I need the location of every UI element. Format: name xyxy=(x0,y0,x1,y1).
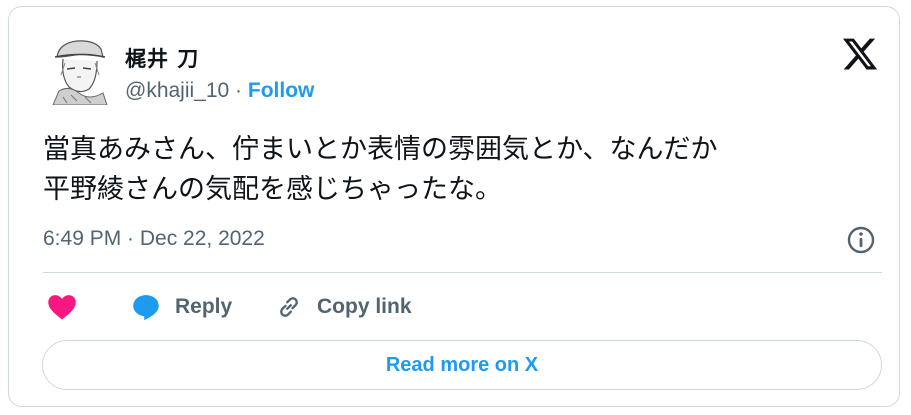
tweet-text-line: 平野綾さんの気配を感じちゃったな。 xyxy=(43,174,502,205)
tweet-text: 當真あみさん、佇まいとか表情の雰囲気とか、なんだか 平野綾さんの気配を感じちゃっ… xyxy=(43,130,883,210)
heart-icon xyxy=(48,295,76,320)
separator: · xyxy=(229,79,248,102)
reply-button[interactable]: Reply xyxy=(131,287,232,327)
follow-button[interactable]: Follow xyxy=(248,79,315,102)
read-more-label: Read more on X xyxy=(385,353,539,376)
reply-label: Reply xyxy=(175,295,233,318)
divider xyxy=(43,272,882,273)
copy-link-label: Copy link xyxy=(317,295,412,318)
tweet-card: 梶井 刀 @khajii_10 · Follow 當真あみさん、佇まいとか表情の… xyxy=(8,6,900,407)
handle-row: @khajii_10 · Follow xyxy=(125,79,314,103)
x-logo-icon[interactable] xyxy=(841,35,879,73)
display-name[interactable]: 梶井 刀 xyxy=(125,43,199,73)
read-more-button[interactable]: Read more on X xyxy=(42,340,882,390)
info-icon[interactable] xyxy=(845,224,877,256)
avatar[interactable] xyxy=(49,35,111,105)
copy-link-button[interactable]: Copy link xyxy=(275,287,412,327)
like-button[interactable] xyxy=(47,287,77,327)
user-handle[interactable]: @khajii_10 xyxy=(125,79,229,102)
tweet-text-line: 當真あみさん、佇まいとか表情の雰囲気とか、なんだか xyxy=(43,134,718,165)
timestamp-link[interactable]: 6:49 PM · Dec 22, 2022 xyxy=(43,227,265,251)
speech-bubble-icon xyxy=(133,295,159,321)
link-icon xyxy=(280,297,298,317)
